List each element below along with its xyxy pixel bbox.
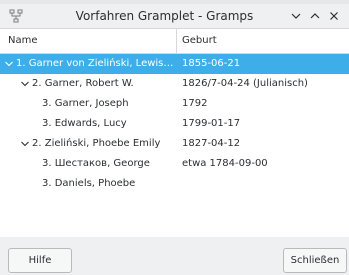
tree-header: Name Geburt xyxy=(0,29,349,54)
row-name: 3. Edwards, Lucy xyxy=(42,118,127,129)
row-birth-date: 1827-04-12 xyxy=(182,138,241,149)
row-name: 3. Шестаков, George xyxy=(42,158,150,169)
row-birth-date: 1855-06-21 xyxy=(182,58,241,69)
tree-row[interactable]: 1. Garner von Zieliński, Lewis An... 185… xyxy=(0,54,349,74)
close-button[interactable]: Schließen xyxy=(283,248,347,273)
title-bar[interactable]: Vorfahren Gramplet - Gramps xyxy=(0,4,349,28)
tree-row[interactable]: 3. Garner, Joseph 1792 xyxy=(0,94,349,114)
window-title: Vorfahren Gramplet - Gramps xyxy=(75,9,254,23)
column-header-geburt[interactable]: Geburt xyxy=(182,29,217,53)
gramplet-window: Vorfahren Gramplet - Gramps Name Geburt xyxy=(0,0,349,275)
column-divider[interactable] xyxy=(176,29,177,53)
minimize-button[interactable] xyxy=(287,7,305,25)
close-icon xyxy=(330,12,338,20)
chevron-down-icon xyxy=(291,13,301,19)
help-button[interactable]: Hilfe xyxy=(8,248,72,273)
tree-row[interactable]: 2. Garner, Robert W. 1826/7-04-24 (Julia… xyxy=(0,74,349,94)
row-name: 3. Garner, Joseph xyxy=(42,98,129,109)
row-birth-date: 1826/7-04-24 (Julianisch) xyxy=(182,78,308,89)
chevron-down-icon[interactable] xyxy=(20,139,30,149)
row-name: 1. Garner von Zieliński, Lewis An... xyxy=(16,58,174,69)
tree-row[interactable]: 3. Шестаков, George etwa 1784-09-00 xyxy=(0,154,349,174)
chevron-down-icon[interactable] xyxy=(20,79,30,89)
chevron-up-icon xyxy=(310,13,320,19)
tree-row[interactable]: 2. Zieliński, Phoebe Emily 1827-04-12 xyxy=(0,134,349,154)
gramps-icon xyxy=(8,8,24,24)
row-birth-date: etwa 1784-09-00 xyxy=(182,158,268,169)
row-name: 2. Zieliński, Phoebe Emily xyxy=(32,138,161,149)
column-header-name[interactable]: Name xyxy=(8,29,38,53)
row-birth-date: 1792 xyxy=(182,98,208,109)
tree-row[interactable]: 3. Edwards, Lucy 1799-01-17 xyxy=(0,114,349,134)
row-name: 3. Daniels, Phoebe xyxy=(42,178,136,189)
row-birth-date: 1799-01-17 xyxy=(182,118,241,129)
ancestor-tree-view[interactable]: Name Geburt 1. Garner von Zieliński, Lew… xyxy=(0,28,349,237)
tree-row[interactable]: 3. Daniels, Phoebe xyxy=(0,174,349,194)
tree-rows: 1. Garner von Zieliński, Lewis An... 185… xyxy=(0,54,349,194)
chevron-down-icon[interactable] xyxy=(4,59,14,69)
maximize-button[interactable] xyxy=(306,7,324,25)
close-window-button[interactable] xyxy=(325,7,343,25)
row-name: 2. Garner, Robert W. xyxy=(32,78,134,89)
